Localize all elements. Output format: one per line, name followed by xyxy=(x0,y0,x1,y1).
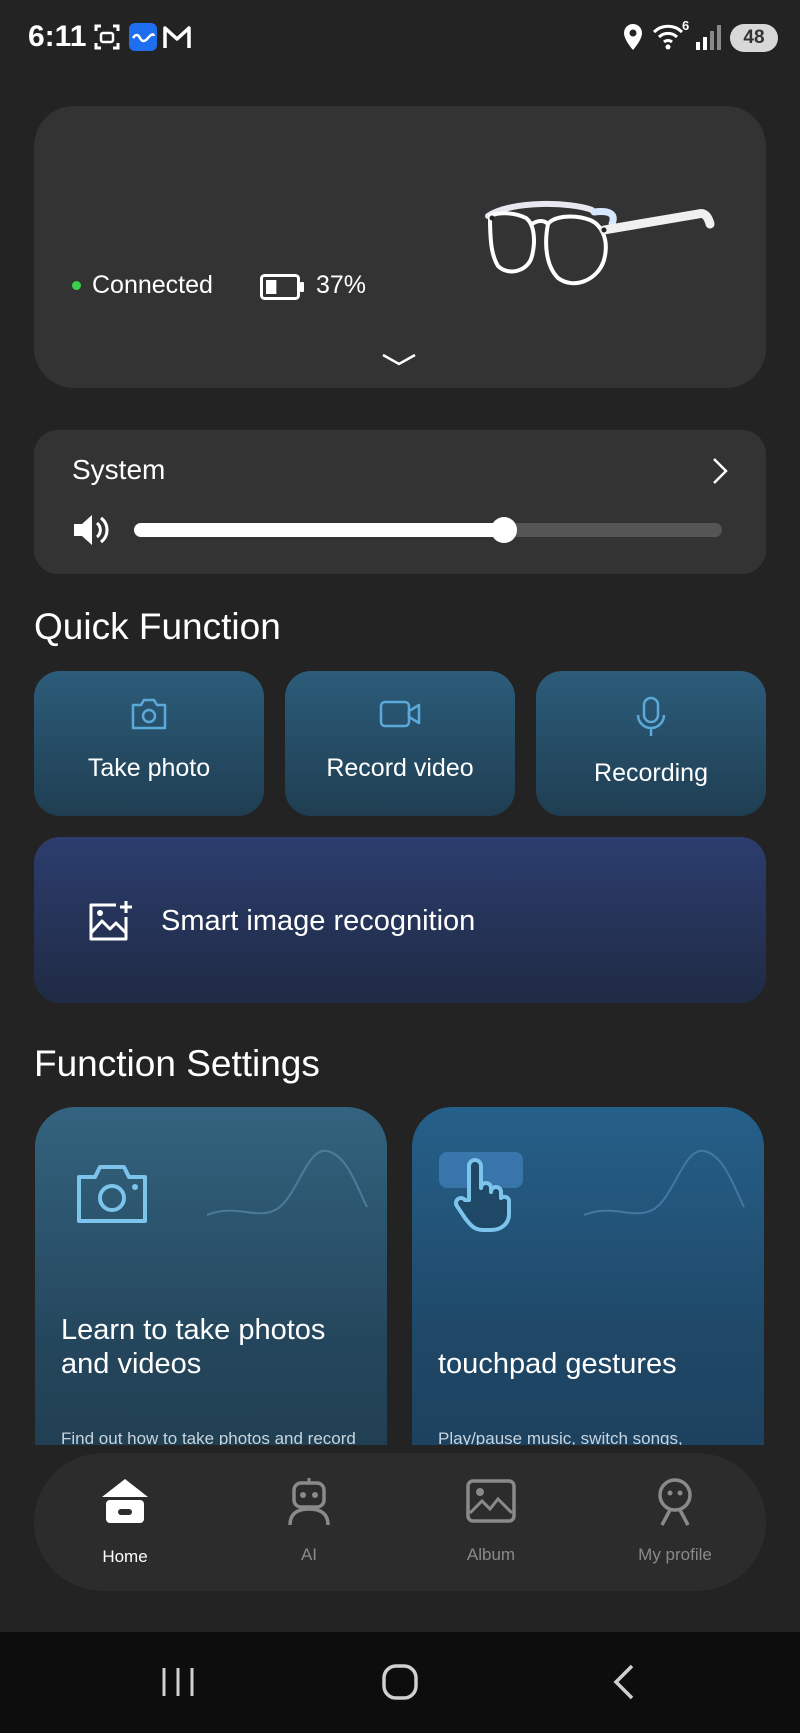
recording-label: Recording xyxy=(594,759,708,787)
screenshot-icon xyxy=(94,24,120,50)
device-card[interactable]: Connected 37% xyxy=(34,106,766,388)
take-photo-button[interactable]: Take photo xyxy=(34,671,264,816)
bottom-navigation: Home AI Album My profile xyxy=(34,1453,766,1591)
learn-photos-videos-desc: Find out how to take photos and record xyxy=(61,1429,356,1445)
camera-icon xyxy=(77,1165,147,1223)
nav-ai-label: AI xyxy=(300,1545,318,1564)
microphone-icon xyxy=(636,696,666,736)
quick-function-title: Quick Function xyxy=(34,606,281,647)
video-camera-icon xyxy=(379,700,421,728)
decorative-wave xyxy=(207,1149,368,1216)
take-photo-label: Take photo xyxy=(87,754,211,782)
nav-home[interactable]: Home xyxy=(50,1453,200,1591)
nav-album-label: Album xyxy=(466,1545,516,1564)
hand-pointer-icon xyxy=(439,1152,523,1232)
nav-my-profile[interactable]: My profile xyxy=(600,1453,750,1591)
volume-slider-fill xyxy=(134,523,505,537)
touchpad-gestures-desc: Play/pause music, switch songs, xyxy=(438,1429,683,1445)
system-volume-card[interactable]: System xyxy=(34,430,766,574)
signal-icon xyxy=(696,25,721,50)
battery-icon xyxy=(260,274,304,300)
system-title: System xyxy=(72,454,166,485)
record-video-label: Record video xyxy=(326,754,474,782)
nav-home-label: Home xyxy=(102,1547,148,1566)
smart-image-recognition-label: Smart image recognition xyxy=(161,905,476,937)
volume-slider[interactable] xyxy=(134,517,722,543)
camera-icon xyxy=(131,698,167,730)
touchpad-gestures-title: touchpad gestures xyxy=(438,1348,677,1380)
nav-album[interactable]: Album xyxy=(416,1453,566,1591)
app-screen: 6:11 6 48 Connected 37% System Quick Fun… xyxy=(0,0,800,1733)
connection-status-dot xyxy=(72,281,81,290)
profile-icon xyxy=(658,1478,692,1526)
back-button[interactable] xyxy=(610,1662,640,1702)
mail-icon xyxy=(163,26,191,48)
decorative-wave xyxy=(584,1149,745,1216)
smart-image-recognition-button[interactable]: Smart image recognition xyxy=(34,837,766,1003)
volume-icon[interactable] xyxy=(70,510,110,550)
robot-icon xyxy=(288,1478,330,1526)
nav-my-profile-label: My profile xyxy=(638,1545,712,1564)
recent-apps-button[interactable] xyxy=(160,1662,196,1702)
battery-indicator: 48 xyxy=(730,24,778,52)
location-icon xyxy=(624,24,642,50)
connection-status: Connected xyxy=(92,271,213,299)
touchpad-gestures-card[interactable]: touchpad gestures Play/pause music, swit… xyxy=(412,1107,764,1445)
recording-button[interactable]: Recording xyxy=(536,671,766,816)
volume-slider-thumb[interactable] xyxy=(491,517,518,543)
nav-ai[interactable]: AI xyxy=(234,1453,384,1591)
battery-percent: 37% xyxy=(316,271,367,299)
home-button[interactable] xyxy=(380,1662,420,1702)
learn-photos-videos-card[interactable]: Learn to take photos and videos Find out… xyxy=(35,1107,387,1445)
chevron-down-icon[interactable] xyxy=(381,352,417,368)
smart-glasses-image xyxy=(485,200,715,286)
app-notification-icon xyxy=(129,23,157,51)
home-icon xyxy=(102,1479,148,1523)
function-settings-title: Function Settings xyxy=(34,1043,320,1084)
image-add-icon xyxy=(89,901,132,941)
image-icon xyxy=(466,1479,516,1523)
wifi-badge: 6 xyxy=(682,18,690,33)
status-bar: 6:11 6 48 xyxy=(0,0,800,80)
status-time: 6:11 xyxy=(28,20,87,53)
learn-photos-videos-title: Learn to take photos and videos xyxy=(61,1314,326,1380)
system-navigation-bar xyxy=(0,1632,800,1733)
record-video-button[interactable]: Record video xyxy=(285,671,515,816)
chevron-right-icon[interactable] xyxy=(710,456,730,486)
